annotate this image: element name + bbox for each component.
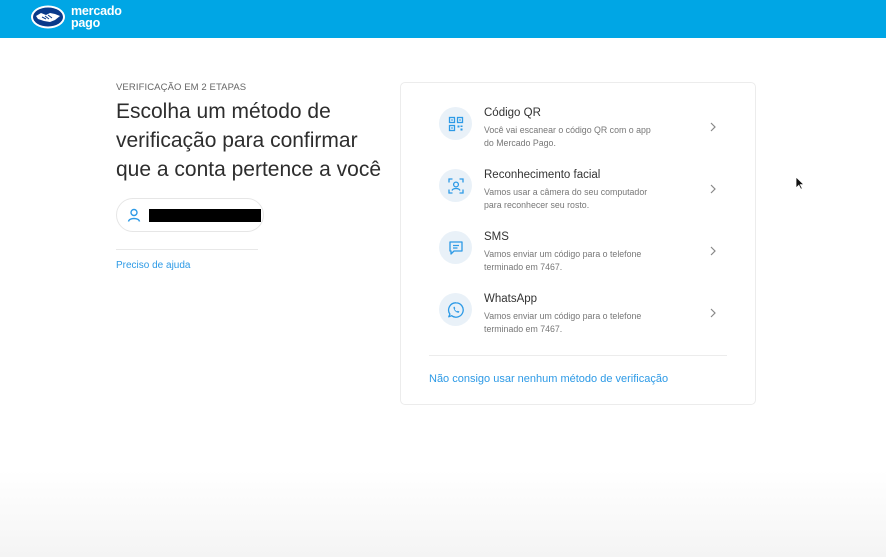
method-whatsapp[interactable]: WhatsApp Vamos enviar um código para o t… (439, 289, 729, 341)
sms-icon (439, 231, 472, 264)
method-description: Vamos usar a câmera do seu computador pa… (484, 187, 648, 210)
top-bar: mercado pago (0, 0, 886, 38)
page-title: Escolha um método de verificação para co… (116, 100, 382, 181)
whatsapp-icon (439, 293, 472, 326)
method-title: SMS (484, 231, 509, 243)
user-icon (125, 206, 143, 224)
handshake-icon (31, 5, 65, 29)
mouse-cursor-icon (795, 176, 805, 190)
step-label: VERIFICAÇÃO EM 2 ETAPAS (116, 82, 247, 93)
method-description: Vamos enviar um código para o telefone t… (484, 249, 642, 272)
method-description: Você vai escanear o código QR com o app … (484, 125, 651, 148)
method-sms[interactable]: SMS Vamos enviar um código para o telefo… (439, 227, 729, 279)
chevron-right-icon (709, 305, 717, 323)
help-link[interactable]: Preciso de ajuda (116, 260, 191, 271)
divider (116, 249, 258, 250)
no-method-available-link[interactable]: Não consigo usar nenhum método de verifi… (429, 373, 668, 385)
chevron-right-icon (709, 119, 717, 137)
method-facial-recognition[interactable]: Reconhecimento facial Vamos usar a câmer… (439, 165, 729, 217)
method-title: Reconhecimento facial (484, 169, 601, 181)
left-panel: VERIFICAÇÃO EM 2 ETAPAS Escolha um métod… (116, 82, 386, 273)
divider (429, 355, 727, 356)
redacted-account-name (149, 208, 261, 222)
method-title: Código QR (484, 107, 541, 119)
chevron-right-icon (709, 181, 717, 199)
footer-area (0, 470, 886, 557)
mercado-pago-logo[interactable]: mercado pago (30, 2, 122, 32)
qr-code-icon (439, 107, 472, 140)
account-pill (116, 198, 264, 232)
method-title: WhatsApp (484, 293, 538, 305)
chevron-right-icon (709, 243, 717, 261)
verification-methods-card: Código QR Você vai escanear o código QR … (400, 82, 756, 405)
method-qr-code[interactable]: Código QR Você vai escanear o código QR … (439, 103, 729, 155)
logo-text: mercado pago (71, 4, 122, 30)
method-description: Vamos enviar um código para o telefone t… (484, 311, 642, 334)
face-scan-icon (439, 169, 472, 202)
